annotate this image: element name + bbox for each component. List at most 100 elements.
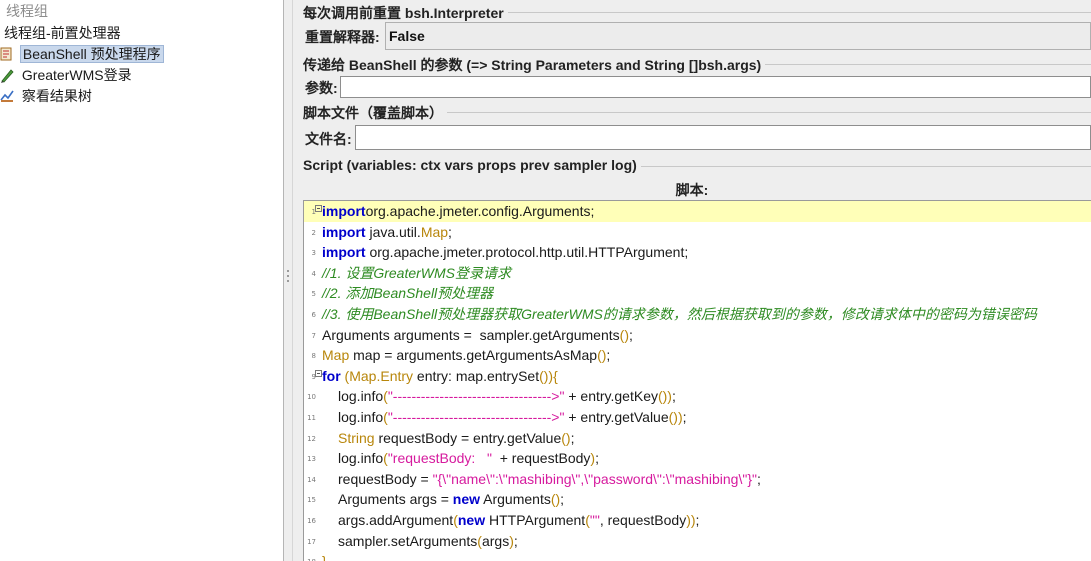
code-line[interactable]: 6 //3. 使用BeanShell预处理器获取GreaterWMS的请求参数，然… bbox=[304, 304, 1091, 325]
parameters-section: 传递给 BeanShell 的参数 (=> String Parameters … bbox=[303, 55, 1091, 75]
reset-interpreter-section: 每次调用前重置 bsh.Interpreter bbox=[303, 3, 1091, 23]
script-file-section: 脚本文件（覆盖脚本） bbox=[303, 103, 1091, 123]
tree-item-label: 察看结果树 bbox=[21, 87, 92, 104]
code-token: entry: map.entrySet bbox=[413, 367, 540, 384]
splitter-grip-dot bbox=[287, 280, 289, 282]
line-number: 3 bbox=[311, 249, 316, 258]
code-text: log.info("------------------------------… bbox=[338, 387, 676, 405]
code-token: //3. 使用BeanShell预处理器获取GreaterWMS的请求参数，然后… bbox=[322, 306, 1037, 322]
code-line[interactable]: 7 Arguments arguments = sampler.getArgume… bbox=[304, 325, 1091, 346]
code-text: sampler.setArguments(args); bbox=[338, 532, 518, 550]
code-token: args bbox=[481, 532, 510, 549]
script-section: Script (variables: ctx vars props prev s… bbox=[303, 157, 1091, 173]
splitter-grip-dot bbox=[287, 275, 289, 277]
code-token: org.apache.jmeter.config.Arguments; bbox=[365, 203, 595, 219]
code-token: , requestBody bbox=[599, 512, 687, 528]
code-token: ; bbox=[695, 512, 700, 528]
line-number: 14 bbox=[307, 475, 316, 484]
code-token: ; bbox=[560, 491, 565, 508]
code-token: ; bbox=[628, 326, 633, 343]
code-token: + entry.getValue bbox=[564, 409, 669, 425]
code-token: import bbox=[322, 244, 366, 261]
code-token: + requestBody bbox=[491, 450, 591, 467]
line-number: 6 bbox=[311, 311, 316, 319]
code-token: ()) bbox=[657, 388, 672, 405]
code-line[interactable]: 3 import org.apache.jmeter.protocol.http.… bbox=[304, 242, 1091, 263]
code-line[interactable]: 17 sampler.setArguments(args); bbox=[304, 531, 1091, 552]
code-token: Arguments args = bbox=[338, 491, 453, 508]
code-token: "---------------------------------->" bbox=[387, 388, 565, 405]
tree-item-greaterwms-login[interactable]: GreaterWMS登录 bbox=[0, 64, 134, 85]
code-line[interactable]: 8 Map map = arguments.getArgumentsAsMap()… bbox=[304, 345, 1091, 366]
section-title: Script (variables: ctx vars props prev s… bbox=[303, 157, 641, 173]
code-token: String bbox=[338, 429, 375, 446]
code-token: ()){ bbox=[539, 367, 558, 384]
code-line[interactable]: 13 log.info("requestBody: " + requestBody… bbox=[304, 448, 1091, 469]
code-text: log.info("requestBody: " + requestBody); bbox=[338, 449, 599, 467]
code-token: ()) bbox=[668, 409, 683, 425]
code-token: "{\"name\":\"mashibing\",\"password\":\"… bbox=[432, 470, 757, 487]
code-line[interactable]: 18} bbox=[304, 551, 1091, 561]
code-token: Map.Entry bbox=[349, 367, 414, 384]
code-line[interactable]: 15 Arguments args = new Arguments(); bbox=[304, 489, 1091, 510]
code-token: new bbox=[452, 491, 481, 508]
code-token: Map bbox=[322, 347, 350, 364]
line-number: 2 bbox=[311, 228, 316, 237]
code-text: import org.apache.jmeter.protocol.http.u… bbox=[322, 243, 688, 261]
code-line[interactable]: 2 import java.util.Map; bbox=[304, 222, 1091, 243]
line-number: 10 bbox=[307, 393, 316, 402]
code-text: log.info("------------------------------… bbox=[338, 408, 687, 426]
code-line[interactable]: 10 log.info("----------------------------… bbox=[304, 386, 1091, 407]
code-line[interactable]: 1 importorg.apache.jmeter.config.Argument… bbox=[304, 201, 1091, 222]
panel-splitter[interactable] bbox=[283, 0, 293, 561]
reset-interpreter-value: False bbox=[389, 28, 425, 44]
code-text: args.addArgument(new HTTPArgument("", re… bbox=[338, 511, 699, 529]
tree-item-label: 线程组-前置处理器 bbox=[4, 24, 121, 41]
code-token: args.addArgument bbox=[338, 512, 454, 528]
section-title: 每次调用前重置 bsh.Interpreter bbox=[303, 3, 508, 23]
code-token: for bbox=[322, 367, 341, 384]
listener-icon bbox=[0, 88, 14, 104]
section-title: 脚本文件（覆盖脚本） bbox=[303, 103, 447, 123]
parameters-label: 参数: bbox=[305, 80, 338, 96]
code-token: + entry.getKey bbox=[564, 388, 658, 405]
code-token: ; bbox=[595, 450, 599, 467]
filename-input[interactable] bbox=[355, 125, 1091, 150]
code-token: () bbox=[597, 347, 607, 364]
code-token: ( bbox=[340, 367, 350, 384]
test-plan-tree: 线程组 线程组-前置处理器 BeanShell 预处理程序 GreaterWMS… bbox=[0, 0, 283, 561]
code-token: HTTPArgument bbox=[485, 512, 586, 528]
code-token: log.info bbox=[338, 409, 384, 425]
code-line[interactable]: 11 log.info("----------------------------… bbox=[304, 407, 1091, 428]
fold-toggle-icon[interactable] bbox=[315, 369, 322, 377]
reset-interpreter-select[interactable]: False bbox=[385, 22, 1091, 50]
code-token: log.info bbox=[338, 450, 384, 467]
code-token: //1. 设置GreaterWMS登录请求 bbox=[322, 264, 512, 281]
code-token: ; bbox=[756, 470, 761, 487]
code-line[interactable]: 4 //1. 设置GreaterWMS登录请求 bbox=[304, 263, 1091, 284]
line-number: 5 bbox=[311, 290, 316, 299]
line-number: 8 bbox=[311, 352, 316, 361]
code-token: ; bbox=[570, 429, 575, 446]
tree-item-view-results-tree[interactable]: 察看结果树 bbox=[0, 85, 94, 106]
line-number: 11 bbox=[307, 414, 316, 422]
code-text: Map map = arguments.getArgumentsAsMap(); bbox=[322, 346, 610, 364]
line-number: 15 bbox=[307, 496, 316, 505]
tree-item-label: GreaterWMS登录 bbox=[21, 66, 132, 83]
code-token: ; bbox=[513, 532, 518, 549]
tree-item-thread-group[interactable]: 线程组 bbox=[4, 0, 50, 21]
code-line[interactable]: 14 requestBody = "{\"name\":\"mashibing\"… bbox=[304, 469, 1091, 490]
parameters-input[interactable] bbox=[340, 76, 1091, 98]
tree-item-beanshell-preprocessor[interactable]: BeanShell 预处理程序 bbox=[0, 43, 164, 64]
script-editor[interactable]: 1 importorg.apache.jmeter.config.Argument… bbox=[303, 200, 1091, 561]
code-token: sampler.setArguments bbox=[338, 532, 478, 549]
tree-item-thread-group-preprocessor[interactable]: 线程组-前置处理器 bbox=[2, 22, 123, 43]
code-line[interactable]: 5 //2. 添加BeanShell预处理器 bbox=[304, 283, 1091, 304]
code-line[interactable]: 16 args.addArgument(new HTTPArgument("", … bbox=[304, 510, 1091, 531]
line-number: 17 bbox=[307, 537, 316, 546]
fold-toggle-icon[interactable] bbox=[315, 205, 322, 212]
code-line[interactable]: 12 String requestBody = entry.getValue(); bbox=[304, 428, 1091, 449]
code-text: Arguments arguments = sampler.getArgumen… bbox=[322, 326, 633, 344]
code-text: requestBody = "{\"name\":\"mashibing\",\… bbox=[338, 470, 761, 488]
code-line[interactable]: 9 for (Map.Entry entry: map.entrySet()){ bbox=[304, 366, 1091, 387]
